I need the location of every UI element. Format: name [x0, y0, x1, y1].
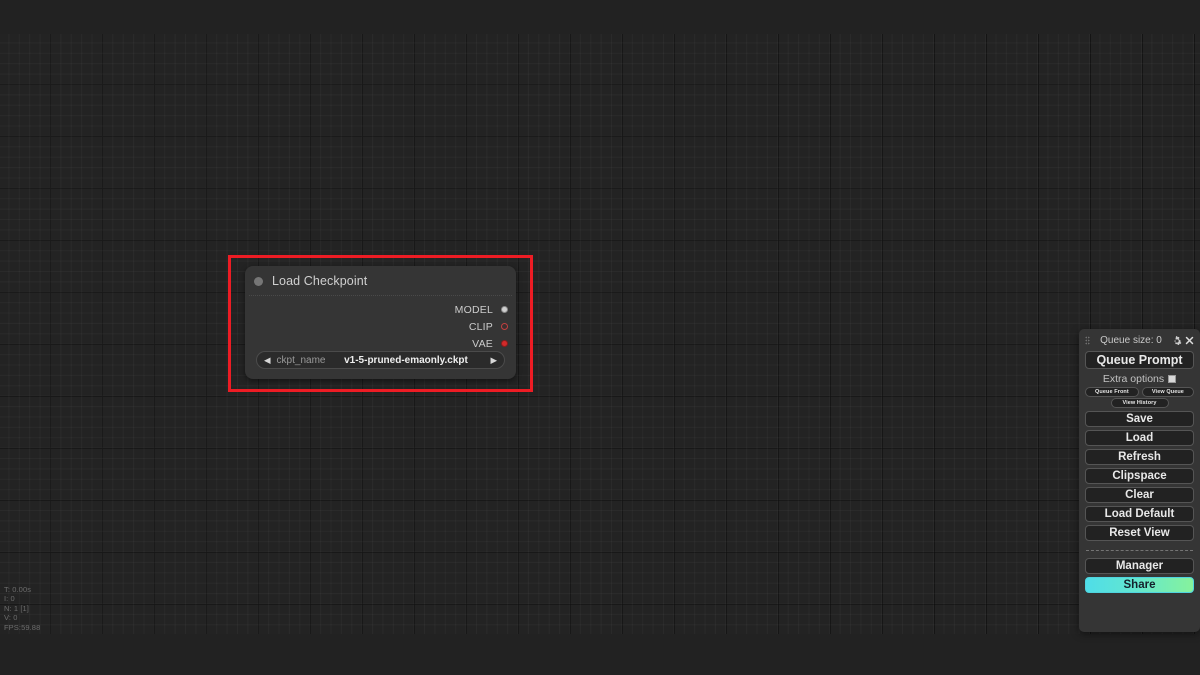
output-slot-clip-icon[interactable]: [501, 323, 508, 330]
queue-front-button[interactable]: Queue Front: [1085, 387, 1139, 397]
share-button[interactable]: Share: [1085, 577, 1194, 593]
output-slot-vae-label: VAE: [472, 337, 493, 350]
history-button-row: View History: [1085, 398, 1194, 408]
collapse-dot-icon[interactable]: [254, 276, 263, 286]
widget-ckpt-name-value[interactable]: v1-5-pruned-emaonly.ckpt: [325, 355, 490, 366]
extra-options-row[interactable]: Extra options: [1085, 371, 1194, 386]
output-slot-model-icon[interactable]: [501, 306, 508, 313]
view-queue-button[interactable]: View Queue: [1141, 387, 1194, 397]
canvas-grid: [0, 34, 1200, 634]
load-button[interactable]: Load: [1085, 430, 1194, 446]
menu-header: Queue size: 0: [1085, 333, 1194, 348]
manager-button[interactable]: Manager: [1085, 558, 1194, 574]
stat-fps: FPS:59.88: [4, 622, 41, 632]
extra-options-label: Extra options: [1102, 372, 1165, 385]
output-slot-clip-label: CLIP: [468, 320, 493, 333]
stat-vertices: V: 0: [4, 613, 18, 623]
save-button[interactable]: Save: [1085, 411, 1194, 427]
drag-grip-icon[interactable]: [1085, 336, 1090, 345]
output-slot-vae[interactable]: VAE: [245, 335, 516, 352]
stat-time: T: 0.00s: [4, 585, 32, 594]
arrow-right-icon[interactable]: ▶: [490, 356, 497, 365]
load-default-button[interactable]: Load Default: [1085, 506, 1194, 522]
widget-ckpt-name[interactable]: ◀ ckpt_name v1-5-pruned-emaonly.ckpt ▶: [256, 351, 505, 369]
queue-size-label: Queue size: 0: [1100, 335, 1162, 346]
widget-ckpt-name-label: ckpt_name: [276, 354, 326, 366]
menu-divider: [1086, 550, 1193, 551]
output-slot-clip[interactable]: CLIP: [245, 318, 516, 335]
arrow-left-icon[interactable]: ◀: [264, 356, 271, 365]
extra-options-checkbox[interactable]: [1168, 374, 1177, 383]
queue-view-button-row: Queue Front View Queue: [1085, 387, 1194, 397]
stat-iterations: I: 0: [4, 594, 15, 604]
gear-icon[interactable]: [1172, 335, 1182, 346]
node-load-checkpoint[interactable]: Load Checkpoint MODEL CLIP VAE ◀ ckpt_na…: [245, 266, 516, 379]
reset-view-button[interactable]: Reset View: [1085, 525, 1194, 541]
refresh-button[interactable]: Refresh: [1085, 449, 1194, 465]
queue-prompt-button[interactable]: Queue Prompt: [1085, 351, 1194, 369]
node-title-label: Load Checkpoint: [272, 274, 368, 288]
canvas-stats: T: 0.00s I: 0 N: 1 [1] V: 0 FPS:59.88: [4, 585, 40, 632]
clear-button[interactable]: Clear: [1085, 487, 1194, 503]
close-icon[interactable]: [1185, 336, 1194, 345]
node-output-slots: MODEL CLIP VAE: [245, 296, 516, 352]
clipspace-button[interactable]: Clipspace: [1085, 468, 1194, 484]
output-slot-model-label: MODEL: [454, 303, 493, 316]
node-title-bar[interactable]: Load Checkpoint: [245, 266, 516, 296]
output-slot-model[interactable]: MODEL: [245, 301, 516, 318]
comfy-menu-panel[interactable]: Queue size: 0 Queue Prompt Extra options…: [1079, 329, 1200, 632]
graph-canvas[interactable]: Load Checkpoint MODEL CLIP VAE ◀ ckpt_na…: [0, 0, 1200, 675]
output-slot-vae-icon[interactable]: [501, 340, 508, 347]
view-history-button[interactable]: View History: [1110, 398, 1169, 408]
stat-nodes: N: 1 [1]: [4, 603, 29, 613]
